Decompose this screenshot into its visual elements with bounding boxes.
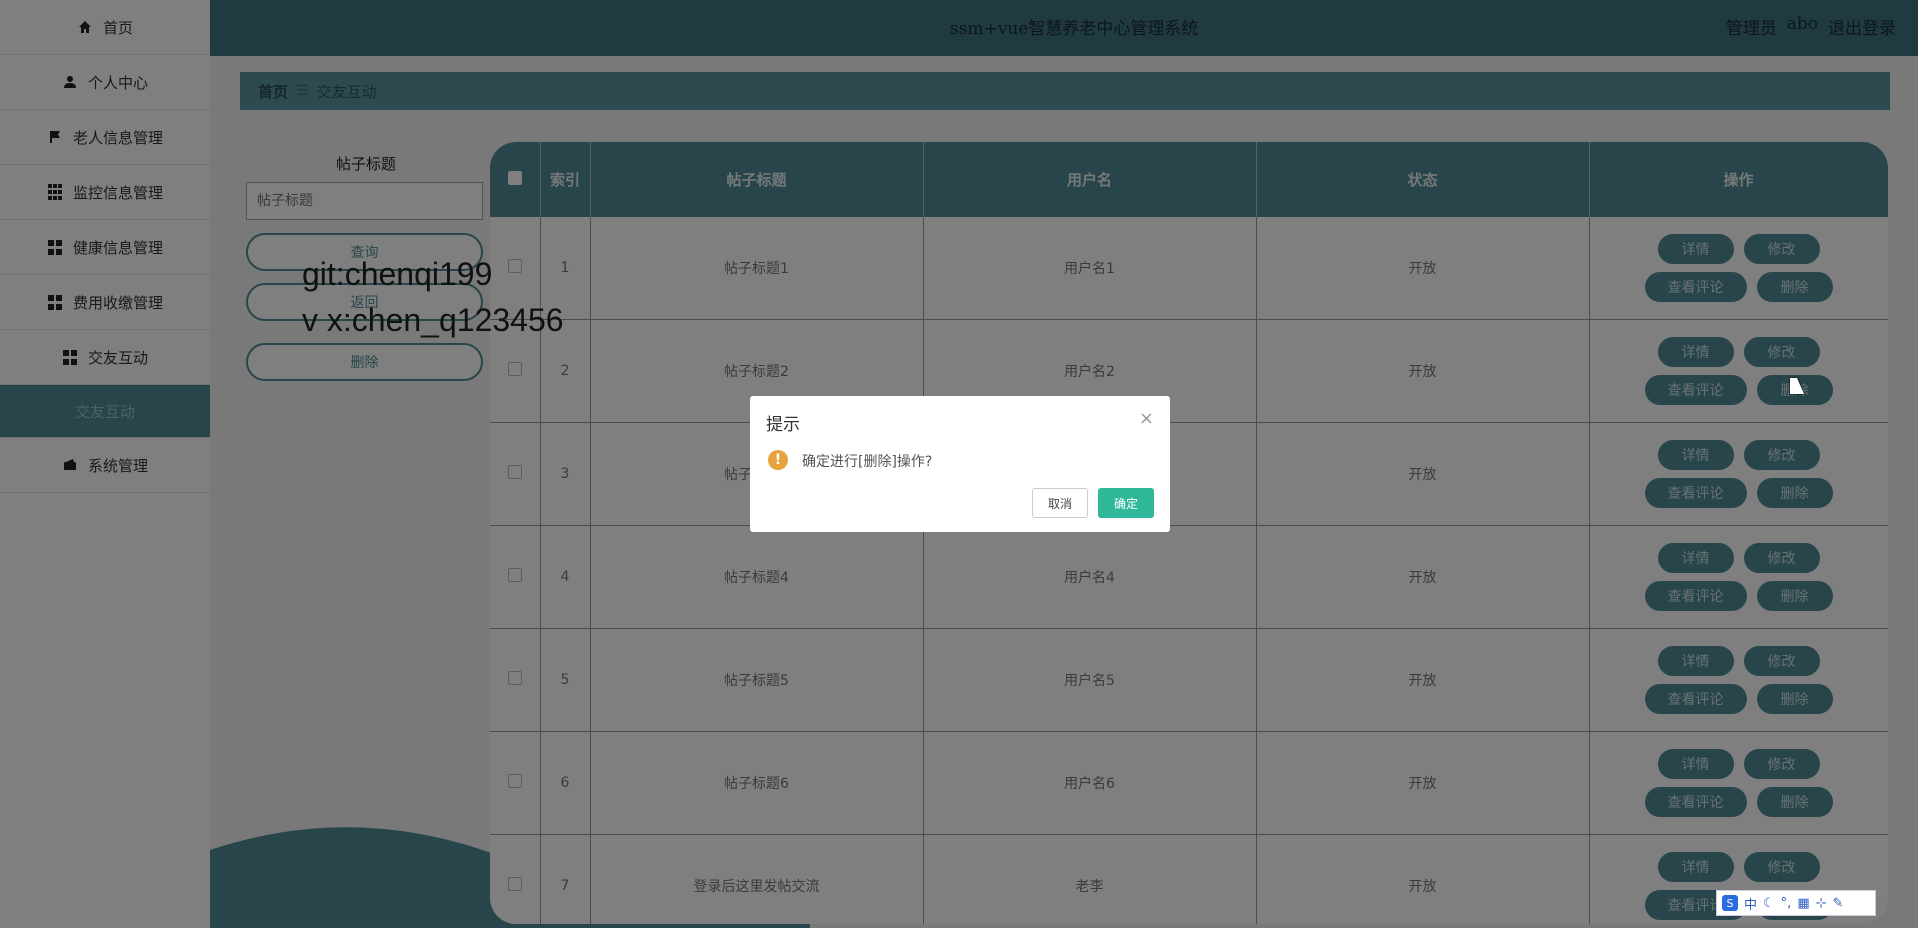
ime-item[interactable]: ▦: [1797, 896, 1809, 911]
dialog-title: 提示: [766, 415, 800, 435]
watermark-line-1: git:chenqi199: [302, 256, 493, 292]
watermark-line-2: v x:chen_q123456: [302, 302, 564, 338]
ime-toolbar: S 中 ☾ °, ▦ ⊹ ✎: [1716, 890, 1876, 916]
dialog-message: 确定进行[删除]操作?: [802, 454, 933, 470]
close-icon[interactable]: ×: [1139, 408, 1154, 429]
mouse-cursor-icon: [1790, 378, 1804, 394]
warning-icon: !: [768, 450, 788, 470]
ime-item[interactable]: ☾: [1763, 896, 1775, 911]
ime-item[interactable]: °,: [1781, 896, 1792, 911]
ime-item[interactable]: ✎: [1833, 896, 1844, 911]
confirm-dialog: 提示 × ! 确定进行[删除]操作? 取消 确定: [750, 396, 1170, 532]
ime-logo-icon[interactable]: S: [1722, 895, 1738, 911]
cancel-button[interactable]: 取消: [1032, 488, 1088, 518]
ime-item[interactable]: 中: [1744, 894, 1757, 913]
ime-item[interactable]: ⊹: [1816, 896, 1827, 911]
confirm-button[interactable]: 确定: [1098, 488, 1154, 518]
